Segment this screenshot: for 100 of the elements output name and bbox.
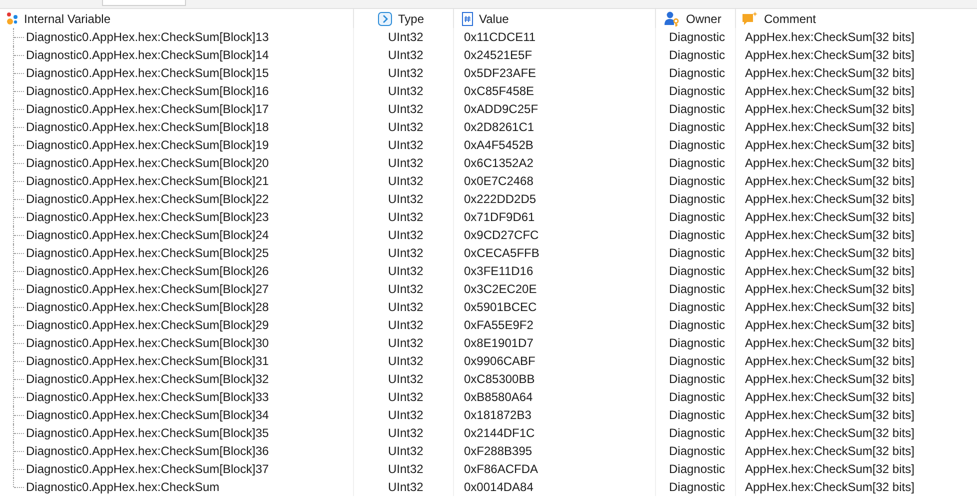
variable-name: Diagnostic0.AppHex.hex:CheckSum[Block]22 (26, 191, 269, 208)
value-cell-text: 0x3C2EC20E (464, 281, 537, 298)
comment-cell-text: AppHex.hex:CheckSum[32 bits] (745, 443, 914, 460)
owner-cell-text: Diagnostic (669, 371, 726, 388)
value-cell-text: 0x9906CABF (464, 353, 536, 370)
value-cell-text: 0xC85F458E (464, 83, 534, 100)
column-header[interactable]: Value (479, 10, 509, 28)
owner-cell-text: Diagnostic (669, 461, 726, 478)
value-cell-text: 0x0014DA84 (464, 479, 534, 496)
variable-name: Diagnostic0.AppHex.hex:CheckSum[Block]26 (26, 263, 269, 280)
variable-name: Diagnostic0.AppHex.hex:CheckSum[Block]33 (26, 389, 269, 406)
variable-name: Diagnostic0.AppHex.hex:CheckSum[Block]15 (26, 65, 269, 82)
comment-cell-text: AppHex.hex:CheckSum[32 bits] (745, 353, 914, 370)
owner-cell-text: Diagnostic (669, 29, 726, 46)
comment-cell-text: AppHex.hex:CheckSum[32 bits] (745, 101, 914, 118)
type-cell-text: UInt32 (388, 443, 424, 460)
colored-dots-icon (6, 12, 18, 25)
tab[interactable] (102, 0, 186, 6)
variable-name: Diagnostic0.AppHex.hex:CheckSum[Block]25 (26, 245, 269, 262)
comment-cell-text: AppHex.hex:CheckSum[32 bits] (745, 137, 914, 154)
owner-cell-text: Diagnostic (669, 83, 726, 100)
comment-cell-text: AppHex.hex:CheckSum[32 bits] (745, 479, 914, 496)
variable-name: Diagnostic0.AppHex.hex:CheckSum[Block]35 (26, 425, 269, 442)
type-cell-text: UInt32 (388, 317, 424, 334)
comment-cell-text: AppHex.hex:CheckSum[32 bits] (745, 191, 914, 208)
value-cell-text: 0x8E1901D7 (464, 335, 534, 352)
value-cell-text: 0xADD9C25F (464, 101, 538, 118)
variable-name: Diagnostic0.AppHex.hex:CheckSum[Block]30 (26, 335, 269, 352)
owner-cell-text: Diagnostic (669, 407, 726, 424)
type-cell-text: UInt32 (388, 83, 424, 100)
owner-cell-text: Diagnostic (669, 317, 726, 334)
type-cell-text: UInt32 (388, 299, 424, 316)
variable-name: Diagnostic0.AppHex.hex:CheckSum[Block]17 (26, 101, 269, 118)
value-cell-text: 0x5901BCEC (464, 299, 537, 316)
comment-cell-text: AppHex.hex:CheckSum[32 bits] (745, 335, 914, 352)
owner-cell-text: Diagnostic (669, 353, 726, 370)
owner-cell-text: Diagnostic (669, 281, 726, 298)
value-cell-text: 0x6C1352A2 (464, 155, 534, 172)
value-cell-text: 0xA4F5452B (464, 137, 534, 154)
value-cell-text: 0x3FE11D16 (464, 263, 534, 280)
type-cell-text: UInt32 (388, 263, 424, 280)
type-cell-text: UInt32 (388, 227, 424, 244)
variable-name: Diagnostic0.AppHex.hex:CheckSum[Block]14 (26, 47, 269, 64)
value-cell-text: 0x71DF9D61 (464, 209, 535, 226)
comment-cell-text: AppHex.hex:CheckSum[32 bits] (745, 317, 914, 334)
owner-cell-text: Diagnostic (669, 425, 726, 442)
column-header[interactable]: Owner (686, 10, 722, 28)
comment-cell-text: AppHex.hex:CheckSum[32 bits] (745, 461, 914, 478)
type-cell-text: UInt32 (388, 137, 424, 154)
value-cell-text: 0x2D8261C1 (464, 119, 534, 136)
type-cell-text: UInt32 (388, 479, 424, 496)
owner-cell-text: Diagnostic (669, 479, 726, 496)
hash-icon (462, 12, 473, 26)
type-cell-text: UInt32 (388, 155, 424, 172)
comment-cell-text: AppHex.hex:CheckSum[32 bits] (745, 29, 914, 46)
owner-cell-text: Diagnostic (669, 209, 726, 226)
value-cell-text: 0x11CDCE11 (464, 29, 536, 46)
type-cell-text: UInt32 (388, 335, 424, 352)
comment-cell-text: AppHex.hex:CheckSum[32 bits] (745, 407, 914, 424)
variable-name: Diagnostic0.AppHex.hex:CheckSum[Block]20 (26, 155, 269, 172)
column-header[interactable]: Comment (764, 10, 816, 28)
column-header[interactable]: Internal Variable (24, 10, 110, 28)
variable-name: Diagnostic0.AppHex.hex:CheckSum[Block]13 (26, 29, 269, 46)
owner-cell-text: Diagnostic (669, 443, 726, 460)
value-cell-text: 0xC85300BB (464, 371, 535, 388)
comment-cell-text: AppHex.hex:CheckSum[32 bits] (745, 371, 914, 388)
variable-name: Diagnostic0.AppHex.hex:CheckSum[Block]23 (26, 209, 269, 226)
variable-name: Diagnostic0.AppHex.hex:CheckSum[Block]27 (26, 281, 269, 298)
type-cell-text: UInt32 (388, 47, 424, 64)
type-cell-text: UInt32 (388, 209, 424, 226)
type-cell-text: UInt32 (388, 191, 424, 208)
owner-cell-text: Diagnostic (669, 299, 726, 316)
value-cell-text: 0x24521E5F (464, 47, 532, 64)
value-cell-text: 0x2144DF1C (464, 425, 535, 442)
comment-cell-text: AppHex.hex:CheckSum[32 bits] (745, 299, 914, 316)
user-key-icon (664, 10, 680, 26)
owner-cell-text: Diagnostic (669, 191, 726, 208)
owner-cell-text: Diagnostic (669, 47, 726, 64)
variable-name: Diagnostic0.AppHex.hex:CheckSum[Block]21 (26, 173, 269, 190)
comment-cell-text: AppHex.hex:CheckSum[32 bits] (745, 47, 914, 64)
value-cell-text: 0xFA55E9F2 (464, 317, 534, 334)
column-header[interactable]: Type (398, 10, 424, 28)
type-cell-text: UInt32 (388, 353, 424, 370)
value-cell-text: 0x222DD2D5 (464, 191, 536, 208)
variable-name: Diagnostic0.AppHex.hex:CheckSum (26, 479, 220, 496)
owner-cell-text: Diagnostic (669, 335, 726, 352)
type-cell-text: UInt32 (388, 425, 424, 442)
value-cell-text: 0xB8580A64 (464, 389, 533, 406)
owner-cell-text: Diagnostic (669, 101, 726, 118)
type-cell-text: UInt32 (388, 389, 424, 406)
variable-name: Diagnostic0.AppHex.hex:CheckSum[Block]36 (26, 443, 269, 460)
owner-cell-text: Diagnostic (669, 263, 726, 280)
owner-cell-text: Diagnostic (669, 137, 726, 154)
value-cell-text: 0x9CD27CFC (464, 227, 539, 244)
owner-cell-text: Diagnostic (669, 245, 726, 262)
comment-cell-text: AppHex.hex:CheckSum[32 bits] (745, 425, 914, 442)
comment-cell-text: AppHex.hex:CheckSum[32 bits] (745, 209, 914, 226)
chevron-icon (378, 12, 392, 26)
comment-cell-text: AppHex.hex:CheckSum[32 bits] (745, 83, 914, 100)
variable-name: Diagnostic0.AppHex.hex:CheckSum[Block]18 (26, 119, 269, 136)
